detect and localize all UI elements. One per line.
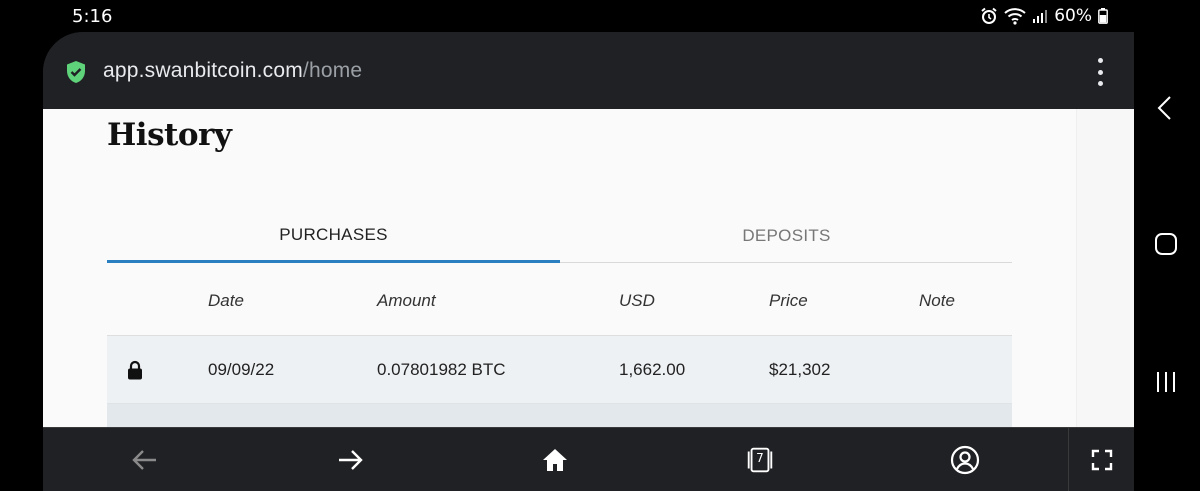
more-vert-icon[interactable] (1090, 58, 1110, 86)
table-row[interactable] (107, 404, 1012, 427)
row-amount: 0.07801982 BTC (377, 360, 506, 379)
system-home-icon[interactable] (1154, 232, 1178, 261)
padlock-icon (127, 360, 143, 385)
system-recents-icon[interactable] (1154, 370, 1178, 399)
account-icon[interactable] (949, 444, 981, 476)
row-price: $21,302 (769, 360, 831, 379)
tabs-icon[interactable]: 7 (744, 444, 776, 476)
tab-deposits[interactable]: DEPOSITS (560, 209, 1013, 263)
column-header-date: Date (208, 291, 244, 310)
row-date: 09/09/22 (208, 360, 275, 379)
status-time: 5:16 (72, 6, 113, 27)
home-icon[interactable] (539, 444, 571, 476)
battery-icon (1098, 8, 1108, 24)
system-back-icon[interactable] (1154, 94, 1176, 127)
browser-window: app.swanbitcoin.com/home History PURCHAS… (43, 32, 1134, 491)
column-header-note: Note (919, 291, 955, 310)
browser-bottom-bar: 7 (43, 427, 1134, 491)
url-bar[interactable]: app.swanbitcoin.com/home (43, 32, 1134, 109)
tab-purchases[interactable]: PURCHASES (107, 209, 560, 263)
url-host: app.swanbitcoin.com (103, 59, 303, 82)
column-header-usd: USD (619, 291, 655, 310)
status-icons: 60% (980, 6, 1108, 26)
url-text[interactable]: app.swanbitcoin.com/home (103, 59, 362, 83)
row-usd: 1,662.00 (619, 360, 686, 379)
arrow-right-icon[interactable] (334, 444, 366, 476)
signal-icon (1032, 8, 1048, 24)
table-row[interactable]: 09/09/22 0.07801982 BTC 1,662.00 $21,302 (107, 336, 1012, 404)
page-title: History (107, 117, 232, 153)
wifi-icon (1004, 7, 1026, 25)
page-gutter (1076, 109, 1134, 427)
column-header-amount: Amount (377, 291, 436, 310)
status-bar: 5:16 60% (0, 0, 1200, 32)
battery-percent: 60% (1054, 6, 1092, 26)
column-header-price: Price (769, 291, 808, 310)
fullscreen-icon[interactable] (1086, 444, 1118, 476)
bottom-bar-divider (1068, 428, 1069, 491)
table-header: Date Amount USD Price Note (107, 264, 1012, 336)
tab-count: 7 (756, 451, 764, 465)
system-navigation (1134, 32, 1200, 491)
page-content: History PURCHASES DEPOSITS Date Amount U… (43, 109, 1134, 427)
history-tabs: PURCHASES DEPOSITS (107, 209, 1012, 263)
arrow-left-icon[interactable] (129, 444, 161, 476)
alarm-icon (980, 7, 998, 25)
url-path: /home (302, 59, 363, 82)
shield-check-icon[interactable] (65, 60, 87, 89)
